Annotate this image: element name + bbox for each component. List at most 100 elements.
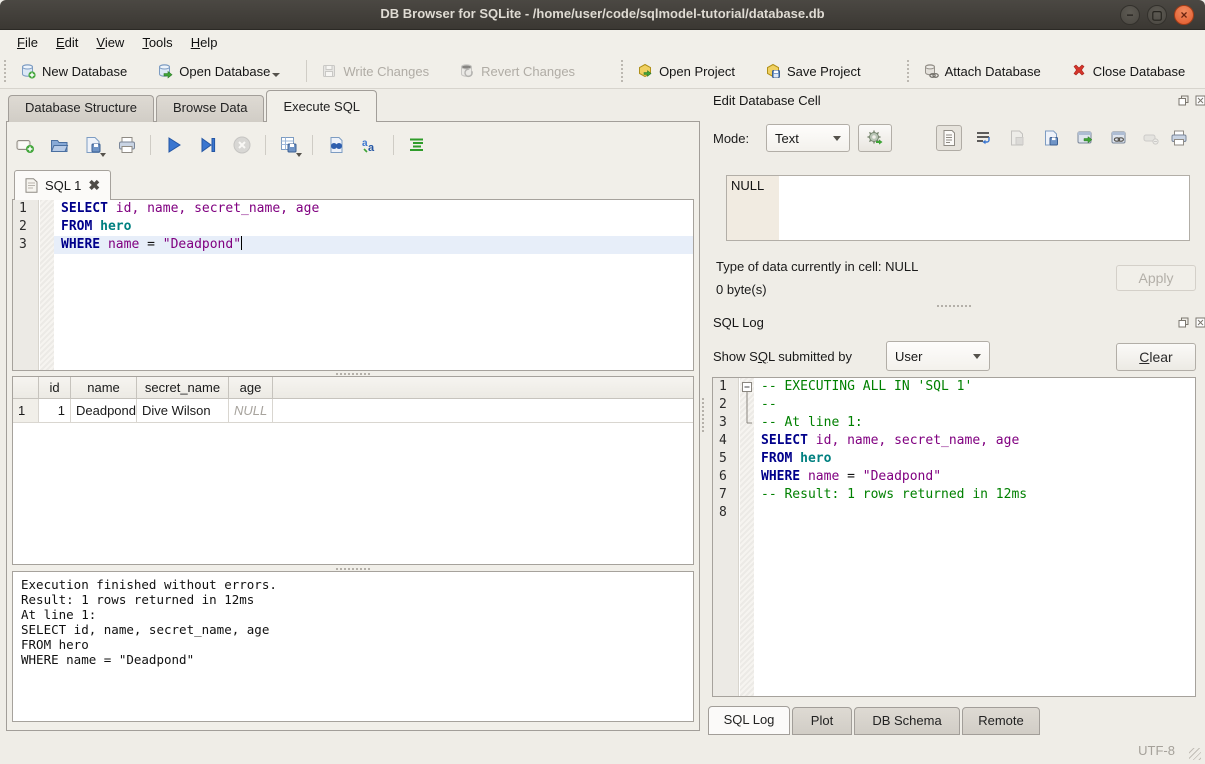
row-header[interactable]: 1 bbox=[13, 399, 39, 422]
column-header[interactable]: secret_name bbox=[137, 377, 229, 398]
tab-sql-log[interactable]: SQL Log bbox=[708, 706, 790, 735]
code-text: -- EXECUTING ALL IN 'SQL 1' bbox=[761, 378, 972, 396]
toolbar-drag-handle[interactable] bbox=[621, 60, 623, 82]
tab-remote[interactable]: Remote bbox=[962, 707, 1040, 735]
menu-file[interactable]: File bbox=[8, 32, 47, 53]
close-button[interactable]: × bbox=[1174, 5, 1194, 25]
format-sql-icon[interactable] bbox=[406, 134, 428, 156]
editor-line[interactable]: 3-- At line 1: bbox=[713, 414, 1195, 432]
log-filter-select[interactable]: User bbox=[886, 341, 990, 371]
editor-line[interactable]: 8 bbox=[713, 504, 1195, 522]
tab-plot[interactable]: Plot bbox=[792, 707, 852, 735]
table-cell[interactable]: 1 bbox=[39, 399, 71, 422]
sql-log-view[interactable]: 1 -- EXECUTING ALL IN 'SQL 1'2--3-- At li… bbox=[712, 377, 1196, 697]
save-project-button[interactable]: Save Project bbox=[757, 58, 869, 84]
minimize-button[interactable]: − bbox=[1120, 5, 1140, 25]
word-wrap-icon[interactable] bbox=[970, 125, 996, 151]
toolbar-drag-handle[interactable] bbox=[4, 60, 6, 82]
table-cell[interactable]: Dive Wilson bbox=[137, 399, 229, 422]
text-mode-icon[interactable] bbox=[936, 125, 962, 151]
editor-line[interactable]: 1SELECT id, name, secret_name, age bbox=[13, 200, 693, 218]
copy-link-icon[interactable] bbox=[1106, 125, 1132, 151]
cell-value-editor[interactable]: NULL bbox=[726, 175, 1190, 241]
column-header[interactable]: name bbox=[71, 377, 137, 398]
tab-execute-sql[interactable]: Execute SQL bbox=[266, 90, 377, 122]
open-sql-file-icon[interactable] bbox=[48, 134, 70, 156]
column-header[interactable]: id bbox=[39, 377, 71, 398]
editor-line[interactable]: 1 -- EXECUTING ALL IN 'SQL 1' bbox=[713, 378, 1195, 396]
save-results-dropdown-arrow[interactable] bbox=[296, 153, 302, 157]
line-number: 1 bbox=[713, 378, 739, 396]
gear-icon bbox=[866, 129, 884, 147]
resize-grip[interactable] bbox=[1189, 748, 1201, 760]
column-header[interactable]: age bbox=[229, 377, 273, 398]
menu-help[interactable]: Help bbox=[182, 32, 227, 53]
execute-all-icon[interactable] bbox=[163, 134, 185, 156]
menu-tools[interactable]: Tools bbox=[133, 32, 181, 53]
auto-completion-icon[interactable]: aa bbox=[359, 134, 381, 156]
menu-view[interactable]: View bbox=[87, 32, 133, 53]
open-database-dropdown-arrow[interactable] bbox=[272, 73, 280, 77]
find-icon[interactable] bbox=[325, 134, 347, 156]
float-panel-icon[interactable] bbox=[1178, 95, 1189, 106]
clear-log-button[interactable]: Clear bbox=[1116, 343, 1196, 371]
table-cell[interactable]: Deadpond bbox=[71, 399, 137, 422]
tab-browse-data[interactable]: Browse Data bbox=[156, 95, 264, 122]
line-number: 6 bbox=[713, 468, 739, 486]
write-changes-button[interactable]: Write Changes bbox=[313, 58, 437, 84]
new-sql-tab-icon[interactable] bbox=[14, 134, 36, 156]
close-database-button[interactable]: Close Database bbox=[1063, 58, 1194, 84]
open-database-icon bbox=[157, 63, 173, 79]
save-results-icon[interactable] bbox=[278, 134, 300, 156]
apply-button[interactable]: Apply bbox=[1116, 265, 1196, 291]
print-icon[interactable] bbox=[116, 134, 138, 156]
save-sql-dropdown-arrow[interactable] bbox=[100, 153, 106, 157]
sql-editor[interactable]: 1SELECT id, name, secret_name, age2FROM … bbox=[12, 199, 694, 371]
open-external-icon[interactable] bbox=[1072, 125, 1098, 151]
close-panel-icon[interactable] bbox=[1195, 95, 1205, 106]
import-data-icon[interactable] bbox=[1004, 125, 1030, 151]
toolbar-separator bbox=[265, 135, 266, 155]
line-number: 2 bbox=[13, 218, 39, 236]
toolbar-drag-handle[interactable] bbox=[907, 60, 909, 82]
svg-text:a: a bbox=[368, 142, 375, 154]
print-cell-icon[interactable] bbox=[1166, 125, 1192, 151]
execution-status-output[interactable]: Execution finished without errors. Resul… bbox=[12, 571, 694, 722]
editor-line[interactable]: 2-- bbox=[713, 396, 1195, 414]
menu-edit[interactable]: Edit bbox=[47, 32, 87, 53]
editor-line[interactable]: 7-- Result: 1 rows returned in 12ms bbox=[713, 486, 1195, 504]
line-number: 7 bbox=[713, 486, 739, 504]
sql-document-tab[interactable]: SQL 1 ✖ bbox=[14, 170, 111, 200]
splitter-dock-horizontal[interactable] bbox=[712, 303, 1196, 308]
close-database-icon bbox=[1071, 63, 1087, 79]
splitter-main-vertical[interactable] bbox=[700, 250, 705, 580]
editor-line[interactable]: 5FROM hero bbox=[713, 450, 1195, 468]
float-panel-icon[interactable] bbox=[1178, 317, 1189, 328]
set-null-icon[interactable] bbox=[1138, 125, 1164, 151]
tab-db-schema[interactable]: DB Schema bbox=[854, 707, 960, 735]
revert-changes-button[interactable]: Revert Changes bbox=[451, 58, 583, 84]
table-corner-cell[interactable] bbox=[13, 377, 39, 398]
editor-line[interactable]: 6WHERE name = "Deadpond" bbox=[713, 468, 1195, 486]
close-sql-tab-icon[interactable]: ✖ bbox=[88, 177, 100, 194]
editor-line[interactable]: 4SELECT id, name, secret_name, age bbox=[713, 432, 1195, 450]
open-database-button[interactable]: Open Database bbox=[149, 58, 288, 84]
new-database-button[interactable]: New Database bbox=[12, 58, 135, 84]
export-data-icon[interactable] bbox=[1038, 125, 1064, 151]
stop-icon[interactable] bbox=[231, 134, 253, 156]
apply-format-button[interactable] bbox=[858, 124, 892, 152]
open-project-button[interactable]: Open Project bbox=[629, 58, 743, 84]
line-number: 3 bbox=[713, 414, 739, 432]
editor-line[interactable]: 2FROM hero bbox=[13, 218, 693, 236]
table-cell[interactable]: NULL bbox=[229, 399, 273, 422]
execute-current-line-icon[interactable] bbox=[197, 134, 219, 156]
code-text: SELECT id, name, secret_name, age bbox=[61, 200, 319, 218]
editor-line[interactable]: 3WHERE name = "Deadpond" bbox=[13, 236, 693, 254]
save-sql-file-icon[interactable] bbox=[82, 134, 104, 156]
results-table[interactable]: idnamesecret_nameage11DeadpondDive Wilso… bbox=[12, 376, 694, 565]
maximize-button[interactable]: ▢ bbox=[1147, 5, 1167, 25]
tab-database-structure[interactable]: Database Structure bbox=[8, 95, 154, 122]
close-panel-icon[interactable] bbox=[1195, 317, 1205, 328]
attach-database-button[interactable]: Attach Database bbox=[915, 58, 1049, 84]
mode-select[interactable]: Text bbox=[766, 124, 850, 152]
